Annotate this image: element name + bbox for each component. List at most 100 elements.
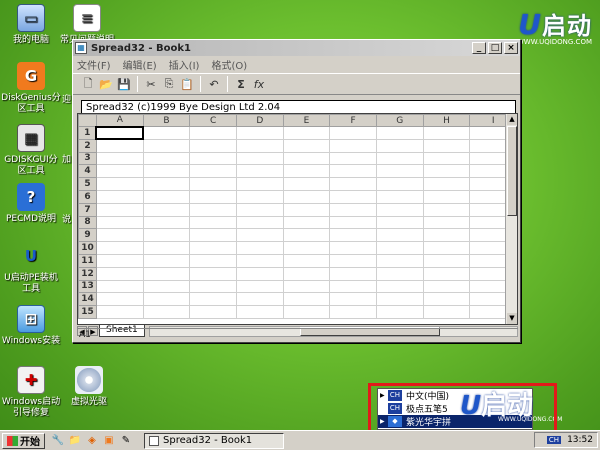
row-header[interactable]: 6 <box>78 189 97 204</box>
grid-cell[interactable] <box>142 266 191 281</box>
desktop-icon-my-computer[interactable]: ▭ 我的电脑 <box>0 4 62 46</box>
maximize-button[interactable]: □ <box>488 42 502 54</box>
grid-cell[interactable] <box>282 228 331 243</box>
grid-cell[interactable] <box>422 126 471 140</box>
grid-cell[interactable] <box>329 126 377 140</box>
function-icon[interactable]: fx <box>250 75 268 93</box>
grid-cell[interactable] <box>189 305 237 319</box>
column-header[interactable]: B <box>142 114 191 127</box>
grid-cell[interactable] <box>422 164 471 179</box>
app-icon[interactable]: ◈ <box>85 434 99 448</box>
grid-cell[interactable] <box>189 266 237 281</box>
grid-cell[interactable] <box>282 177 331 191</box>
grid-cell[interactable] <box>282 215 331 230</box>
grid-cell[interactable] <box>235 279 284 294</box>
grid-cell[interactable] <box>235 138 284 153</box>
vertical-scrollbar[interactable]: ▲ ▼ <box>505 114 517 324</box>
grid-cell[interactable] <box>422 215 471 230</box>
paste-icon[interactable]: 📋 <box>178 75 196 93</box>
grid-cell[interactable] <box>422 151 471 166</box>
tools-icon[interactable]: 🔧 <box>51 434 65 448</box>
grid-cell[interactable] <box>142 189 191 204</box>
grid-cell[interactable] <box>329 215 377 230</box>
grid-cell[interactable] <box>95 266 144 281</box>
open-folder-icon[interactable]: 📂 <box>97 75 115 93</box>
grid-cell[interactable] <box>375 138 424 153</box>
grid-cell[interactable] <box>375 279 424 294</box>
grid-cell[interactable] <box>235 266 284 281</box>
grid-cell[interactable] <box>95 253 144 268</box>
grid-cell[interactable] <box>189 138 237 153</box>
cut-icon[interactable]: ✂ <box>142 75 160 93</box>
grid-cell[interactable] <box>422 253 471 268</box>
grid-cell[interactable] <box>422 202 471 217</box>
grid-cell[interactable] <box>235 292 284 307</box>
row-header[interactable]: 15 <box>78 305 97 319</box>
grid-cell[interactable] <box>375 305 424 319</box>
grid-cell[interactable] <box>142 215 191 230</box>
grid-cell[interactable] <box>142 151 191 166</box>
menu-format[interactable]: 格式(O) <box>211 57 247 72</box>
grid-cell[interactable] <box>189 228 237 243</box>
grid-cell[interactable] <box>329 177 377 191</box>
desktop-icon-windows-install[interactable]: ⊞ Windows安装 <box>0 305 62 347</box>
grid-cell[interactable] <box>189 215 237 230</box>
grid-cell[interactable] <box>189 292 237 307</box>
row-header[interactable]: 4 <box>78 164 97 179</box>
grid-cell[interactable] <box>375 202 424 217</box>
row-header[interactable]: 7 <box>78 202 97 217</box>
grid-cell[interactable] <box>329 138 377 153</box>
grid-cell[interactable] <box>189 177 237 191</box>
grid-cell[interactable] <box>142 253 191 268</box>
grid-cell[interactable] <box>235 164 284 179</box>
undo-icon[interactable]: ↶ <box>205 75 223 93</box>
start-button[interactable]: 开始 <box>2 432 45 449</box>
row-header[interactable]: 12 <box>78 266 97 281</box>
column-header[interactable]: H <box>422 114 471 127</box>
grid-cell[interactable] <box>95 151 144 166</box>
grid-cell[interactable] <box>235 241 284 255</box>
column-header[interactable]: F <box>329 114 377 127</box>
scroll-down-icon[interactable]: ▼ <box>507 313 517 324</box>
new-file-icon[interactable]: 🗋 <box>79 75 97 93</box>
window-titlebar[interactable]: ▦ Spread32 - Book1 _ □ × <box>73 40 520 56</box>
grid-cell[interactable] <box>375 126 424 140</box>
grid-cell[interactable] <box>189 253 237 268</box>
grid-cell[interactable] <box>95 202 144 217</box>
grid-cell[interactable] <box>235 177 284 191</box>
copy-icon[interactable]: ⎘ <box>160 75 178 93</box>
row-header[interactable]: 13 <box>78 279 97 294</box>
row-header[interactable]: 5 <box>78 177 97 191</box>
explorer-icon[interactable]: 📁 <box>68 434 82 448</box>
menu-edit[interactable]: 编辑(E) <box>123 57 157 72</box>
grid-cell[interactable] <box>189 151 237 166</box>
grid-cell[interactable] <box>375 266 424 281</box>
grid-cell[interactable] <box>422 305 471 319</box>
grid-cell[interactable] <box>422 228 471 243</box>
grid-cell[interactable] <box>422 189 471 204</box>
desktop-icon-uqidong-installer[interactable]: U U启动PE装机工具 <box>0 242 62 295</box>
grid-cell[interactable] <box>235 151 284 166</box>
grid-cell[interactable] <box>235 305 284 319</box>
active-cell[interactable] <box>95 125 145 141</box>
row-header[interactable]: 8 <box>78 215 97 230</box>
grid-cell[interactable] <box>422 138 471 153</box>
grid-cell[interactable] <box>282 253 331 268</box>
grid-cell[interactable] <box>142 126 191 140</box>
grid-cell[interactable] <box>375 151 424 166</box>
grid-cell[interactable] <box>422 266 471 281</box>
grid-cell[interactable] <box>282 292 331 307</box>
grid-cell[interactable] <box>95 241 144 255</box>
diskgenius-icon[interactable]: ▣ <box>102 434 116 448</box>
column-header[interactable]: G <box>375 114 424 127</box>
row-header[interactable]: 14 <box>78 292 97 307</box>
grid-cell[interactable] <box>375 292 424 307</box>
grid-cell[interactable] <box>235 253 284 268</box>
grid-cell[interactable] <box>329 164 377 179</box>
grid-cell[interactable] <box>235 228 284 243</box>
language-indicator[interactable]: CH <box>546 436 562 444</box>
grid-cell[interactable] <box>282 164 331 179</box>
grid-cell[interactable] <box>282 279 331 294</box>
grid-cell[interactable] <box>282 151 331 166</box>
close-button[interactable]: × <box>504 42 518 54</box>
